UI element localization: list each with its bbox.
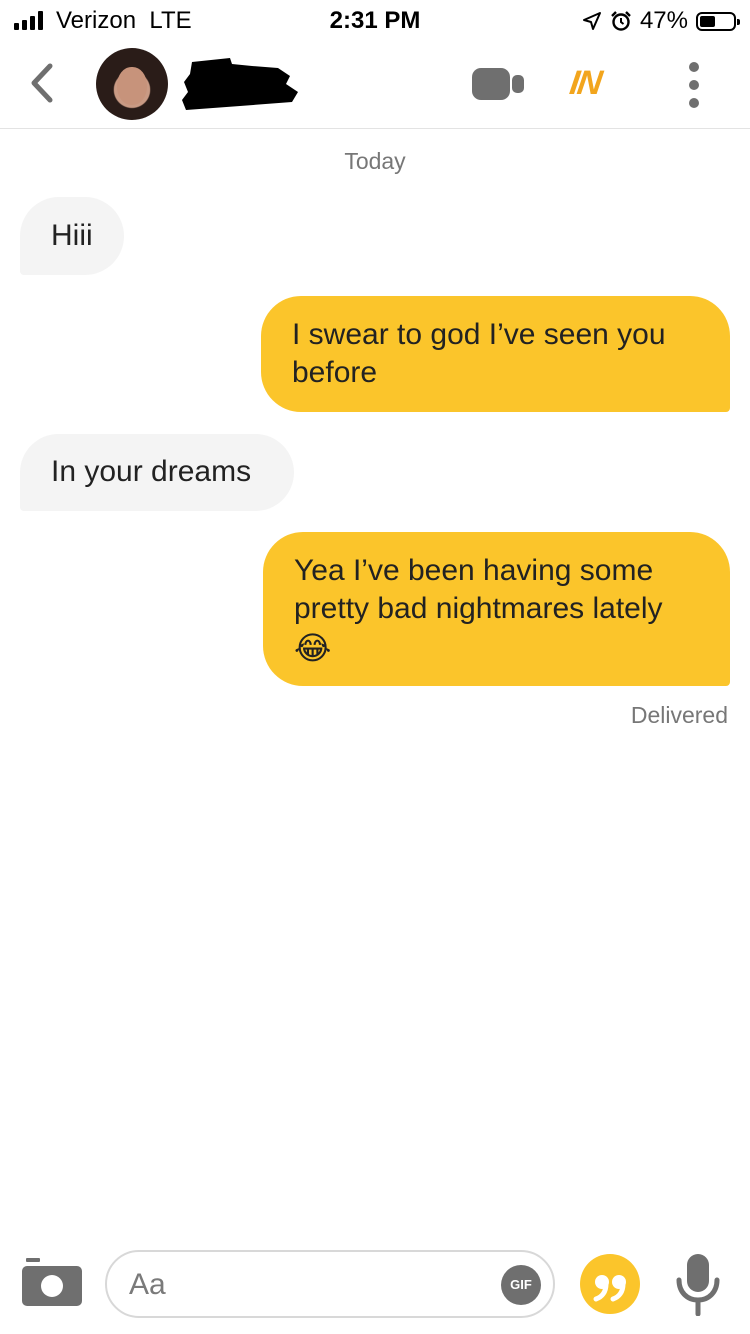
status-bar: Verizon LTE 2:31 PM 47% (0, 0, 750, 40)
message-text: In your dreams (51, 455, 252, 488)
in-logo-icon[interactable]: IN (567, 64, 602, 103)
message-input-placeholder: Aa (129, 1268, 166, 1301)
battery-percent: 47% (639, 7, 688, 34)
message-input[interactable]: Aa GIF (105, 1250, 555, 1318)
camera-icon[interactable] (22, 1258, 82, 1306)
message-text: Hiii (51, 219, 93, 252)
more-vertical-icon[interactable] (684, 62, 704, 108)
avatar[interactable] (96, 48, 168, 120)
microphone-icon[interactable] (676, 1254, 720, 1316)
delivery-status: Delivered (630, 702, 728, 728)
quote-icon[interactable] (580, 1254, 640, 1314)
message-text: I swear to god I’ve seen you before (292, 318, 666, 389)
message-outgoing[interactable]: I swear to god I’ve seen you before (261, 296, 730, 412)
alarm-icon (611, 11, 631, 31)
message-outgoing[interactable]: Yea I’ve been having some pretty bad nig… (263, 532, 730, 686)
video-camera-icon[interactable] (472, 66, 524, 102)
message-incoming[interactable]: In your dreams (20, 434, 294, 511)
gif-button[interactable]: GIF (501, 1265, 541, 1305)
chevron-left-icon[interactable] (24, 60, 64, 106)
location-icon (582, 12, 601, 30)
tears-of-joy-emoji: 😂 (294, 630, 332, 666)
redacted-name (182, 58, 298, 110)
battery-icon (696, 11, 740, 31)
message-incoming[interactable]: Hiii (20, 197, 124, 275)
chat-header: IN (0, 40, 750, 129)
date-separator: Today (344, 148, 406, 174)
message-text: Yea I’ve been having some pretty bad nig… (294, 554, 663, 625)
